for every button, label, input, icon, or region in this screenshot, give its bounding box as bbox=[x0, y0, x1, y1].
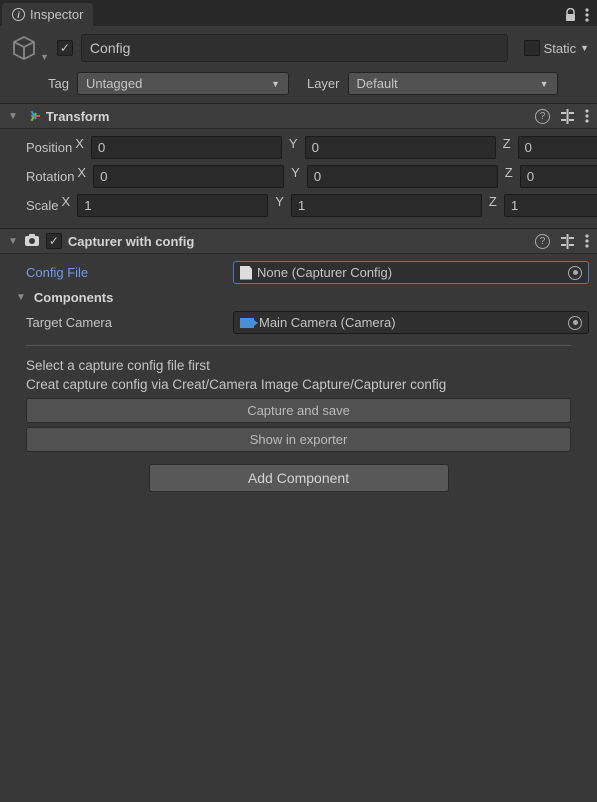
config-file-label: Config File bbox=[8, 265, 233, 280]
components-label: Components bbox=[30, 290, 113, 305]
x-label: X bbox=[59, 194, 74, 217]
x-label: X bbox=[72, 136, 87, 159]
info-icon: i bbox=[12, 8, 25, 21]
x-label: X bbox=[74, 165, 89, 188]
y-label: Y bbox=[286, 136, 301, 159]
y-label: Y bbox=[288, 165, 303, 188]
y-label: Y bbox=[272, 194, 287, 217]
show-in-exporter-button[interactable]: Show in exporter bbox=[26, 427, 571, 452]
position-z-input[interactable] bbox=[518, 136, 597, 159]
z-label: Z bbox=[486, 194, 500, 217]
static-checkbox[interactable] bbox=[524, 40, 540, 56]
rotation-y-input[interactable] bbox=[307, 165, 498, 188]
layer-value: Default bbox=[357, 76, 398, 91]
inspector-tab[interactable]: i Inspector bbox=[2, 3, 93, 26]
foldout-arrow-icon: ▼ bbox=[8, 236, 18, 247]
camera-object-icon bbox=[240, 318, 254, 328]
scale-x-input[interactable] bbox=[77, 194, 268, 217]
position-label: Position bbox=[8, 140, 72, 155]
transform-icon bbox=[24, 108, 40, 124]
icon-dropdown-arrow[interactable]: ▼ bbox=[40, 52, 49, 62]
gameobject-name-input[interactable] bbox=[81, 34, 508, 62]
foldout-arrow-icon: ▼ bbox=[8, 111, 18, 122]
foldout-arrow-icon[interactable]: ▼ bbox=[16, 292, 26, 303]
document-icon bbox=[240, 266, 252, 280]
lock-icon[interactable] bbox=[564, 8, 577, 22]
chevron-down-icon: ▼ bbox=[540, 79, 549, 89]
target-camera-label: Target Camera bbox=[8, 315, 233, 330]
chevron-down-icon: ▼ bbox=[271, 79, 280, 89]
component-menu-icon[interactable] bbox=[585, 109, 589, 123]
transform-title: Transform bbox=[46, 109, 110, 124]
info-line-2: Creat capture config via Creat/Camera Im… bbox=[26, 375, 581, 394]
static-label: Static bbox=[544, 41, 577, 56]
target-camera-field[interactable]: Main Camera (Camera) bbox=[233, 311, 589, 334]
object-picker-icon[interactable] bbox=[568, 266, 582, 280]
component-menu-icon[interactable] bbox=[585, 234, 589, 248]
preset-icon[interactable] bbox=[560, 234, 575, 249]
target-camera-value: Main Camera (Camera) bbox=[259, 315, 396, 330]
capture-and-save-button[interactable]: Capture and save bbox=[26, 398, 571, 423]
help-icon[interactable]: ? bbox=[535, 109, 550, 124]
position-y-input[interactable] bbox=[305, 136, 496, 159]
transform-header[interactable]: ▼ Transform ? bbox=[0, 103, 597, 129]
capturer-title: Capturer with config bbox=[68, 234, 194, 249]
position-x-input[interactable] bbox=[91, 136, 282, 159]
context-menu-icon[interactable] bbox=[585, 8, 589, 22]
layer-dropdown[interactable]: Default ▼ bbox=[348, 72, 558, 95]
z-label: Z bbox=[502, 165, 516, 188]
tag-dropdown[interactable]: Untagged ▼ bbox=[77, 72, 289, 95]
gameobject-icon[interactable] bbox=[8, 32, 40, 64]
preset-icon[interactable] bbox=[560, 109, 575, 124]
tab-bar: i Inspector bbox=[0, 0, 597, 26]
add-component-button[interactable]: Add Component bbox=[149, 464, 449, 492]
rotation-z-input[interactable] bbox=[520, 165, 597, 188]
tab-title: Inspector bbox=[30, 7, 83, 22]
scale-y-input[interactable] bbox=[291, 194, 482, 217]
rotation-x-input[interactable] bbox=[93, 165, 284, 188]
help-icon[interactable]: ? bbox=[535, 234, 550, 249]
camera-icon bbox=[24, 233, 40, 249]
scale-z-input[interactable] bbox=[504, 194, 597, 217]
static-dropdown-arrow[interactable]: ▼ bbox=[580, 43, 589, 53]
gameobject-header: ▼ Static ▼ bbox=[0, 26, 597, 70]
layer-label: Layer bbox=[307, 76, 340, 91]
tag-value: Untagged bbox=[86, 76, 142, 91]
capturer-header[interactable]: ▼ Capturer with config ? bbox=[0, 228, 597, 254]
info-line-1: Select a capture config file first bbox=[26, 356, 581, 375]
active-checkbox[interactable] bbox=[57, 40, 73, 56]
divider bbox=[26, 345, 571, 346]
scale-label: Scale bbox=[8, 198, 59, 213]
component-enabled-checkbox[interactable] bbox=[46, 233, 62, 249]
tag-label: Tag bbox=[48, 76, 69, 91]
z-label: Z bbox=[500, 136, 514, 159]
transform-properties: Position X Y Z Rotation X Y Z Scale X Y … bbox=[0, 129, 597, 228]
config-file-value: None (Capturer Config) bbox=[257, 265, 392, 280]
rotation-label: Rotation bbox=[8, 169, 74, 184]
config-file-field[interactable]: None (Capturer Config) bbox=[233, 261, 589, 284]
info-box: Select a capture config file first Creat… bbox=[26, 356, 581, 394]
object-picker-icon[interactable] bbox=[568, 316, 582, 330]
capturer-properties: Config File None (Capturer Config) ▼ Com… bbox=[0, 254, 597, 337]
